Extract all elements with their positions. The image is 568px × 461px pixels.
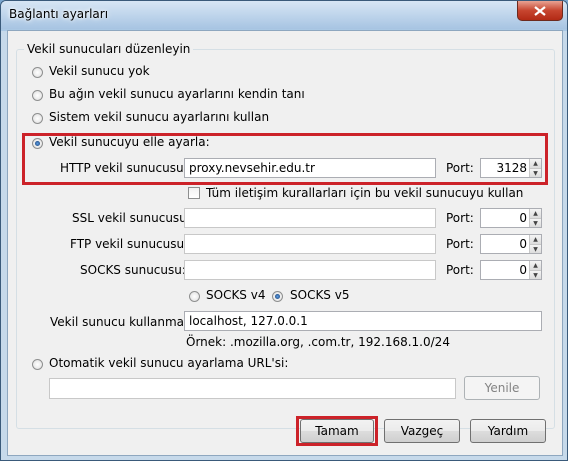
radio-auto-detect[interactable] — [32, 90, 43, 101]
radio-no-proxy[interactable] — [32, 67, 43, 78]
ssl-port-down-icon[interactable]: ▼ — [529, 218, 541, 227]
ftp-proxy-label: FTP vekil sunucusu: — [70, 237, 189, 251]
socks-port-stepper[interactable]: 0 ▲ ▼ — [480, 260, 542, 280]
radio-auto-detect-label[interactable]: Bu ağın vekil sunucu ayarlarını kendin t… — [49, 87, 305, 101]
http-proxy-label: HTTP vekil sunucusu: — [60, 161, 188, 175]
close-icon — [534, 5, 546, 16]
ftp-port-up-icon[interactable]: ▲ — [529, 235, 541, 244]
share-proxy-checkbox[interactable] — [188, 187, 200, 199]
ssl-port-stepper[interactable]: 0 ▲ ▼ — [480, 208, 542, 228]
http-port-value: 3128 — [496, 161, 527, 175]
http-proxy-input[interactable]: proxy.nevsehir.edu.tr — [184, 158, 436, 178]
socks-proxy-label: SOCKS sunucusu: — [80, 263, 186, 277]
socks-port-label: Port: — [446, 263, 474, 277]
radio-system-proxy-label[interactable]: Sistem vekil sunucu ayarlarını kullan — [49, 110, 269, 124]
group-legend: Vekil sunucuları düzenleyin — [24, 42, 194, 56]
http-port-down-icon[interactable]: ▼ — [529, 168, 541, 177]
ftp-port-down-icon[interactable]: ▼ — [529, 244, 541, 253]
radio-socks-v5[interactable] — [272, 291, 283, 302]
no-proxy-for-label: Vekil sunucu kullanma: — [50, 315, 189, 329]
radio-no-proxy-label[interactable]: Vekil sunucu yok — [49, 64, 150, 78]
connection-settings-dialog: Bağlantı ayarları Vekil sunucuları düzen… — [0, 0, 568, 461]
radio-auto-url[interactable] — [32, 359, 43, 370]
help-button[interactable]: Yardım — [470, 419, 546, 443]
radio-socks-v4[interactable] — [189, 291, 200, 302]
share-proxy-label[interactable]: Tüm iletişim kurallarları için bu vekil … — [206, 186, 523, 200]
http-port-label: Port: — [446, 161, 474, 175]
socks-port-up-icon[interactable]: ▲ — [529, 261, 541, 270]
radio-auto-url-label[interactable]: Otomatik vekil sunucu ayarlama URL'si: — [49, 356, 288, 370]
socks-port-down-icon[interactable]: ▼ — [529, 270, 541, 279]
dialog-client-area: Vekil sunucuları düzenleyin Vekil sunucu… — [7, 30, 563, 456]
http-port-stepper[interactable]: 3128 ▲ ▼ — [480, 158, 542, 178]
ok-button[interactable]: Tamam — [300, 419, 374, 443]
radio-socks-v5-label[interactable]: SOCKS v5 — [290, 288, 349, 302]
no-proxy-for-input[interactable]: localhost, 127.0.0.1 — [184, 311, 542, 331]
ssl-port-up-icon[interactable]: ▲ — [529, 209, 541, 218]
radio-socks-v4-label[interactable]: SOCKS v4 — [206, 288, 265, 302]
no-proxy-example: Örnek: .mozilla.org, .com.tr, 192.168.1.… — [186, 335, 450, 349]
close-button[interactable] — [517, 1, 563, 21]
ssl-proxy-label: SSL vekil sunucusu: — [72, 211, 191, 225]
http-port-up-icon[interactable]: ▲ — [529, 159, 541, 168]
radio-system-proxy[interactable] — [32, 113, 43, 124]
title-bar[interactable]: Bağlantı ayarları — [1, 1, 567, 29]
socks-port-value: 0 — [519, 263, 527, 277]
ftp-proxy-input[interactable] — [184, 234, 436, 254]
radio-manual-proxy[interactable] — [32, 138, 43, 149]
window-title: Bağlantı ayarları — [9, 7, 109, 21]
ftp-port-stepper[interactable]: 0 ▲ ▼ — [480, 234, 542, 254]
reload-button[interactable]: Yenile — [464, 376, 540, 400]
ftp-port-label: Port: — [446, 237, 474, 251]
cancel-button[interactable]: Vazgeç — [384, 419, 460, 443]
radio-manual-proxy-label[interactable]: Vekil sunucuyu elle ayarla: — [49, 135, 210, 149]
auto-url-input[interactable] — [49, 378, 456, 399]
socks-proxy-input[interactable] — [184, 260, 436, 280]
ssl-proxy-input[interactable] — [184, 208, 436, 228]
ssl-port-value: 0 — [519, 211, 527, 225]
ssl-port-label: Port: — [446, 211, 474, 225]
ftp-port-value: 0 — [519, 237, 527, 251]
